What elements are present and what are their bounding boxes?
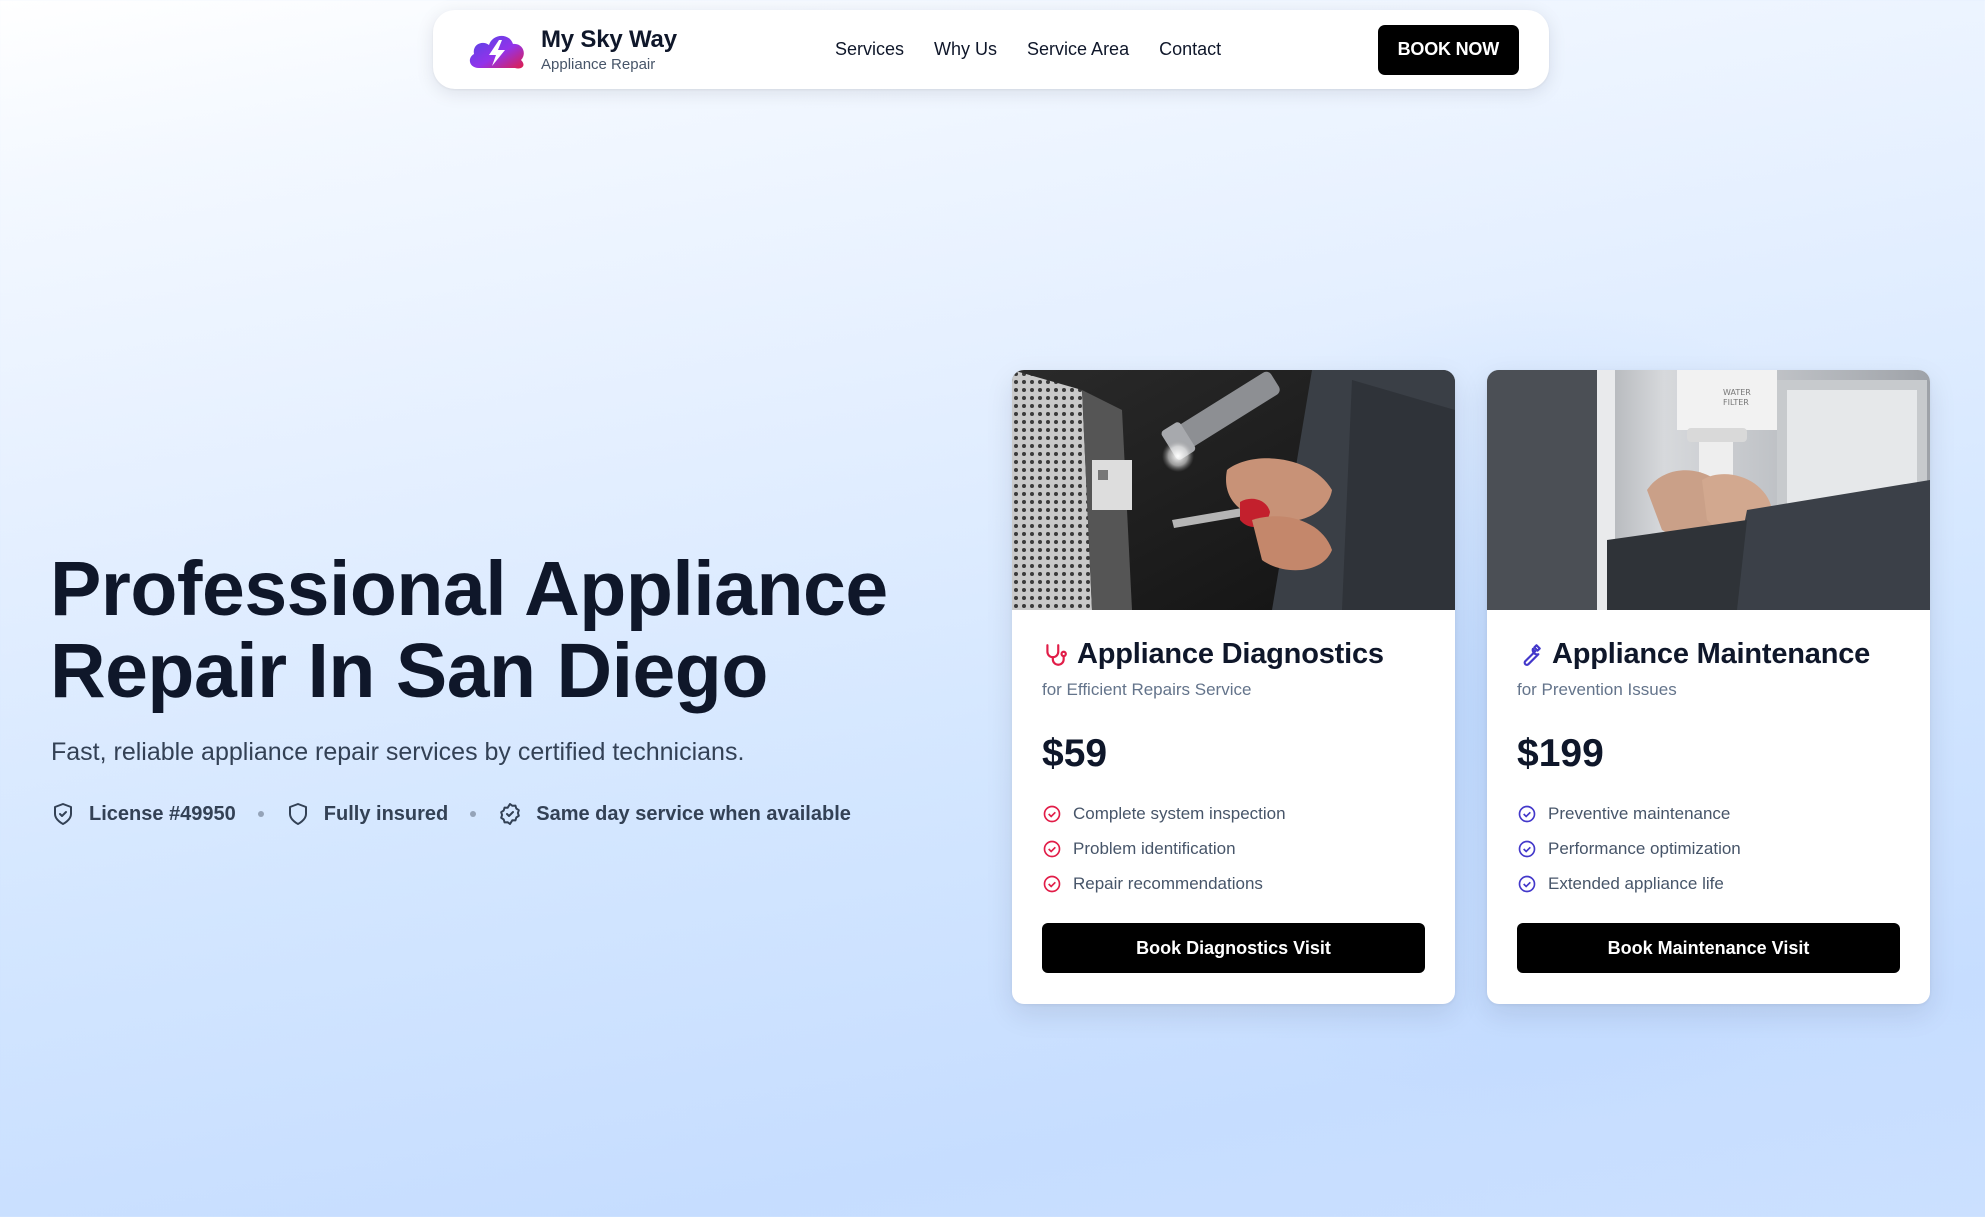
hero-title: Professional Appliance Repair In San Die… (50, 548, 950, 712)
diagnostics-subtitle: for Efficient Repairs Service (1042, 680, 1252, 699)
feature-label: Complete system inspection (1073, 803, 1286, 823)
maintenance-card-body: Appliance Maintenance for Prevention Iss… (1487, 610, 1930, 973)
list-item: Extended appliance life (1517, 866, 1900, 901)
cloud-lightning-icon (469, 35, 524, 69)
wrench-icon (1523, 643, 1541, 666)
check-circle-icon (1043, 805, 1061, 822)
trust-label-insured: Fully insured (323, 802, 449, 825)
nav-link-service-area[interactable]: Service Area (1027, 39, 1129, 60)
list-item: Problem identification (1042, 831, 1425, 866)
main-nav: Services Why Us Service Area Contact (835, 39, 1378, 60)
top-navbar: My Sky Way Appliance Repair Services Why… (433, 10, 1549, 89)
check-circle-icon (1518, 805, 1536, 822)
brand-name: My Sky Way (541, 25, 677, 53)
maintenance-title: Appliance Maintenance (1552, 638, 1871, 670)
check-circle-icon (1043, 840, 1061, 857)
shield-check-icon (54, 803, 72, 825)
diagnostics-card-body: Appliance Diagnostics for Efficient Repa… (1012, 610, 1455, 973)
list-item: Preventive maintenance (1517, 796, 1900, 831)
filter-label-1: WATER (1723, 388, 1751, 397)
badge-check-icon (500, 803, 521, 825)
nav-link-services[interactable]: Services (835, 39, 904, 60)
trust-item-license: License #49950 (51, 802, 236, 826)
trust-item-same-day: Same day service when available (498, 802, 851, 826)
hero-title-line-1: Professional Appliance (50, 546, 888, 632)
maintenance-photo-illustration: WATER FILTER (1487, 370, 1930, 610)
list-item: Performance optimization (1517, 831, 1900, 866)
book-maintenance-button[interactable]: Book Maintenance Visit (1517, 923, 1900, 973)
feature-label: Repair recommendations (1073, 873, 1263, 893)
diagnostics-features: Complete system inspection Problem ident… (1042, 796, 1425, 901)
maintenance-subtitle: for Prevention Issues (1517, 680, 1677, 699)
feature-label: Problem identification (1073, 838, 1236, 858)
check-circle-icon (1043, 875, 1061, 892)
maintenance-features: Preventive maintenance Performance optim… (1517, 796, 1900, 901)
book-diagnostics-button[interactable]: Book Diagnostics Visit (1042, 923, 1425, 973)
nav-link-contact[interactable]: Contact (1159, 39, 1221, 60)
diagnostics-title: Appliance Diagnostics (1077, 638, 1384, 670)
feature-label: Extended appliance life (1548, 873, 1724, 893)
nav-link-why-us[interactable]: Why Us (934, 39, 997, 60)
diagnostics-price: $59 (1042, 732, 1108, 775)
separator-dot (470, 811, 477, 817)
check-circle-icon (1518, 875, 1536, 892)
trust-label-same-day: Same day service when available (536, 802, 851, 825)
diagnostics-card: Appliance Diagnostics for Efficient Repa… (1012, 370, 1455, 1004)
technician-with-flashlight-photo (1012, 370, 1455, 610)
separator-dot (257, 811, 264, 817)
brand-tagline: Appliance Repair (541, 55, 656, 73)
hero-title-line-2: Repair In San Diego (50, 628, 768, 714)
diagnostics-title-row: Appliance Diagnostics (1042, 638, 1425, 671)
trust-label-license: License #49950 (89, 802, 236, 825)
book-now-button[interactable]: BOOK NOW (1377, 24, 1519, 75)
check-circle-icon (1518, 840, 1536, 857)
feature-label: Preventive maintenance (1548, 803, 1731, 823)
feature-label: Performance optimization (1548, 838, 1741, 858)
filter-label-2: FILTER (1723, 398, 1749, 407)
stethoscope-icon (1046, 643, 1067, 666)
hero-subtitle: Fast, reliable appliance repair services… (51, 738, 745, 766)
list-item: Repair recommendations (1042, 866, 1425, 901)
diagnostics-photo-illustration (1012, 370, 1455, 610)
maintenance-price: $199 (1517, 732, 1604, 775)
shield-icon (288, 803, 307, 825)
maintenance-card: WATER FILTER Appliance Maintenance for P… (1487, 370, 1930, 1004)
maintenance-title-row: Appliance Maintenance (1517, 638, 1900, 671)
fridge-water-filter-photo: WATER FILTER (1487, 370, 1930, 610)
brand[interactable]: My Sky Way Appliance Repair (465, 25, 835, 73)
list-item: Complete system inspection (1042, 796, 1425, 831)
trust-badges: License #49950 Fully insured Same day se… (51, 802, 851, 826)
trust-item-insured: Fully insured (286, 802, 448, 826)
